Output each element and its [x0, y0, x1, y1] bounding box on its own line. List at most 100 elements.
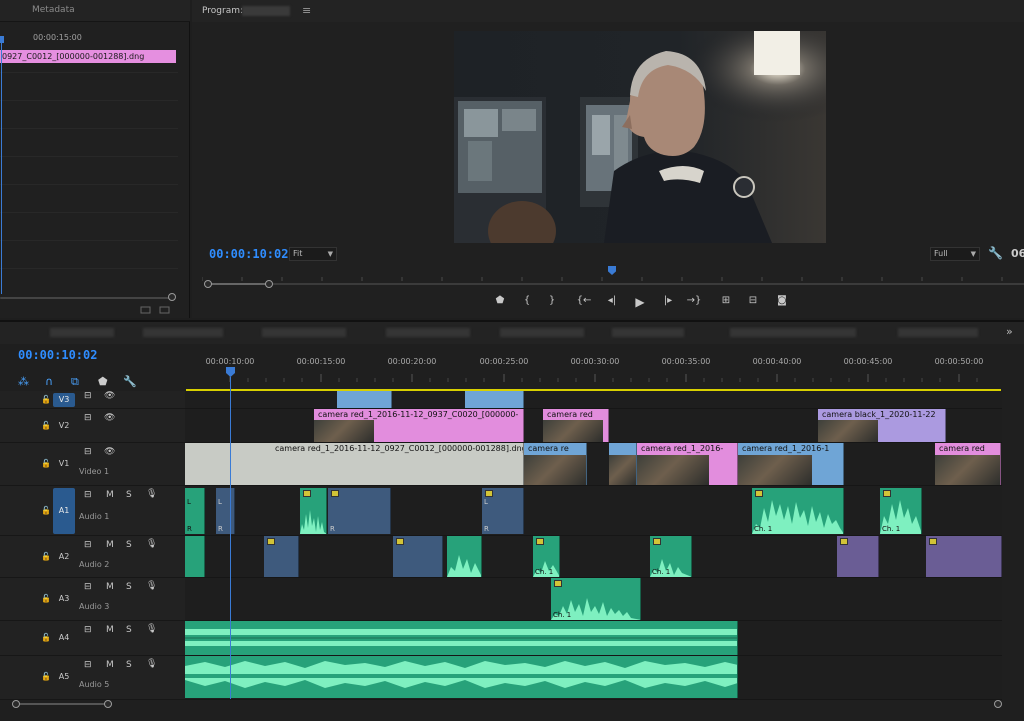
play-icon[interactable]: ▶ — [632, 295, 648, 309]
linked-selection-icon[interactable]: ⧉ — [71, 375, 79, 389]
zoom-end-handle[interactable] — [265, 280, 273, 288]
go-to-in-icon[interactable]: {← — [576, 295, 592, 306]
sync-lock-icon[interactable]: ⊟ — [84, 582, 92, 592]
audio-clip[interactable]: Ch. 1 — [650, 536, 692, 577]
sync-lock-icon[interactable]: ⊟ — [84, 660, 92, 670]
mark-in-icon[interactable]: { — [519, 295, 535, 306]
video-clip[interactable]: camera red_1_2016-1 — [738, 443, 844, 485]
voice-over-mic-icon[interactable]: 🎙 — [146, 489, 157, 499]
audio-clip[interactable] — [300, 488, 327, 534]
eye-icon[interactable]: 👁 — [104, 391, 115, 401]
program-video-frame[interactable] — [454, 31, 826, 243]
zoom-fit-select[interactable]: Fit ▼ — [289, 247, 337, 261]
track-v3[interactable] — [185, 391, 1002, 409]
audio-clip[interactable] — [447, 536, 482, 577]
timeline-time-ruler[interactable]: 00:00:10:00 00:00:15:00 00:00:20:00 00:0… — [186, 352, 1002, 382]
sequence-tab[interactable] — [612, 328, 684, 337]
sequence-tab[interactable] — [386, 328, 470, 337]
zoom-start-handle[interactable] — [12, 700, 20, 708]
source-footer-icons[interactable] — [140, 305, 174, 318]
sync-lock-icon[interactable]: ⊟ — [84, 391, 92, 401]
sequence-tab[interactable] — [262, 328, 346, 337]
step-forward-icon[interactable]: |▸ — [660, 295, 676, 306]
scroll-range[interactable] — [18, 703, 112, 705]
sequence-tab[interactable] — [143, 328, 223, 337]
audio-clip[interactable]: Ch. 1 — [551, 578, 641, 620]
timeline-timecode[interactable]: 00:00:10:02 — [18, 348, 97, 362]
video-clip[interactable]: camera red_1_2016-11-12_0927_C0012_[0000… — [185, 443, 524, 485]
voice-over-mic-icon[interactable]: 🎙 — [146, 581, 157, 591]
voice-over-mic-icon[interactable]: 🎙 — [146, 624, 157, 634]
mute-button[interactable]: M — [106, 660, 114, 670]
track-name[interactable]: Audio 1 — [79, 512, 109, 521]
track-target-v1[interactable]: V1 — [53, 457, 75, 471]
audio-clip[interactable]: L R — [216, 488, 235, 534]
track-name[interactable]: Audio 2 — [79, 560, 109, 569]
video-clip[interactable] — [609, 443, 637, 485]
audio-clip[interactable] — [926, 536, 1002, 577]
program-zoom-range[interactable] — [208, 283, 268, 285]
lock-icon[interactable]: 🔓 — [41, 459, 51, 468]
sequence-tab[interactable] — [898, 328, 978, 337]
audio-clip[interactable] — [264, 536, 299, 577]
track-name[interactable]: Video 1 — [79, 467, 109, 476]
track-name[interactable]: Audio 3 — [79, 602, 109, 611]
audio-clip[interactable]: R — [328, 488, 391, 534]
solo-button[interactable]: S — [126, 625, 132, 635]
panel-menu-icon[interactable]: ≡ — [302, 4, 311, 17]
track-name[interactable]: Audio 5 — [79, 680, 109, 689]
track-a1[interactable]: L R L R R L R Ch. 1 Ch. 1 — [185, 486, 1002, 536]
extract-icon[interactable]: ⊟ — [745, 295, 761, 306]
track-target-v2[interactable]: V2 — [53, 419, 75, 433]
track-target-v3[interactable]: V3 — [53, 393, 75, 407]
lock-icon[interactable]: 🔓 — [41, 506, 51, 515]
audio-clip[interactable]: L R — [185, 488, 205, 534]
track-target-a5[interactable]: A5 — [53, 670, 75, 684]
source-zoom-handle[interactable] — [168, 293, 176, 301]
timeline-settings-wrench-icon[interactable]: 🔧 — [123, 375, 137, 388]
lift-icon[interactable]: ⊞ — [718, 295, 734, 306]
program-timecode[interactable]: 00:00:10:02 — [209, 247, 288, 261]
track-a5[interactable] — [185, 656, 1002, 700]
lock-icon[interactable]: 🔓 — [41, 552, 51, 561]
sequence-tab[interactable] — [500, 328, 584, 337]
lock-icon[interactable]: 🔓 — [41, 421, 51, 430]
sequence-tab[interactable] — [50, 328, 114, 337]
audio-clip[interactable] — [837, 536, 879, 577]
audio-clip[interactable]: L R — [482, 488, 524, 534]
solo-button[interactable]: S — [126, 490, 132, 500]
lock-icon[interactable]: 🔓 — [41, 672, 51, 681]
lock-icon[interactable]: 🔓 — [41, 633, 51, 642]
sync-lock-icon[interactable]: ⊟ — [84, 447, 92, 457]
settings-wrench-icon[interactable]: 🔧 — [988, 246, 1003, 260]
snap-icon[interactable]: ∩ — [45, 375, 53, 388]
sequence-tab[interactable] — [730, 328, 856, 337]
voice-over-mic-icon[interactable]: 🎙 — [146, 539, 157, 549]
track-v2[interactable]: camera red_1_2016-11-12_0937_C0020_[0000… — [185, 409, 1002, 443]
mute-button[interactable]: M — [106, 540, 114, 550]
mark-out-icon[interactable]: } — [544, 295, 560, 306]
video-clip[interactable]: camera black_1_2020-11-22 — [818, 409, 946, 442]
sync-lock-icon[interactable]: ⊟ — [84, 540, 92, 550]
sync-lock-icon[interactable]: ⊟ — [84, 625, 92, 635]
nest-sequence-icon[interactable]: ⁂ — [18, 375, 29, 388]
audio-clip[interactable]: Ch. 1 — [533, 536, 560, 577]
video-clip[interactable]: camera red_1_2016- — [637, 443, 738, 485]
source-clip[interactable]: 0927_C0012_[000000-001288].dng — [0, 50, 176, 63]
video-clip[interactable] — [465, 391, 524, 408]
video-clip[interactable]: camera re — [524, 443, 587, 485]
solo-button[interactable]: S — [126, 540, 132, 550]
source-time-ruler[interactable]: 00:00:15:00 — [0, 30, 190, 46]
export-frame-icon[interactable]: ◙ — [774, 295, 790, 306]
track-target-a1[interactable]: A1 — [53, 488, 75, 534]
track-a3[interactable]: Ch. 1 — [185, 578, 1002, 621]
mute-button[interactable]: M — [106, 490, 114, 500]
track-target-a3[interactable]: A3 — [53, 592, 75, 606]
solo-button[interactable]: S — [126, 582, 132, 592]
program-zoom-scrollbar[interactable] — [204, 283, 1024, 285]
track-target-a4[interactable]: A4 — [53, 631, 75, 645]
go-to-out-icon[interactable]: →} — [686, 295, 702, 306]
track-v1[interactable]: camera red_1_2016-11-12_0927_C0012_[0000… — [185, 443, 1002, 486]
source-playhead[interactable] — [1, 38, 2, 294]
video-clip[interactable]: camera red_1_2016-11-12_0937_C0020_[0000… — [314, 409, 524, 442]
